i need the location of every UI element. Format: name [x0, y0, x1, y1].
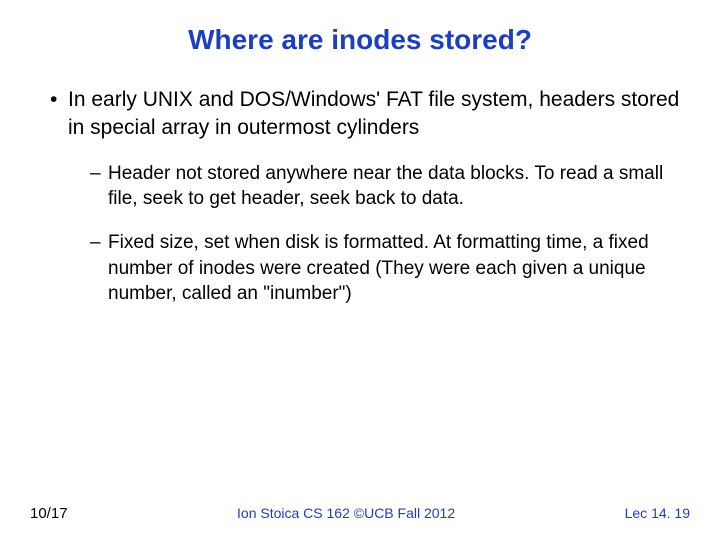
bullet-level2: Fixed size, set when disk is formatted. … [90, 230, 690, 307]
bullet-text: Fixed size, set when disk is formatted. … [108, 232, 649, 304]
slide: Where are inodes stored? In early UNIX a… [0, 0, 720, 540]
slide-title: Where are inodes stored? [30, 24, 690, 56]
footer-attribution: Ion Stoica CS 162 ©UCB Fall 2012 [237, 505, 455, 521]
bullet-level1: In early UNIX and DOS/Windows' FAT file … [50, 86, 690, 143]
bullet-text: In early UNIX and DOS/Windows' FAT file … [68, 88, 679, 139]
bullet-text: Header not stored anywhere near the data… [108, 163, 663, 210]
footer-slide-number: Lec 14. 19 [625, 505, 690, 521]
footer: 10/17 Ion Stoica CS 162 ©UCB Fall 2012 L… [0, 505, 720, 522]
footer-date: 10/17 [30, 505, 68, 522]
bullet-level2: Header not stored anywhere near the data… [90, 161, 690, 212]
